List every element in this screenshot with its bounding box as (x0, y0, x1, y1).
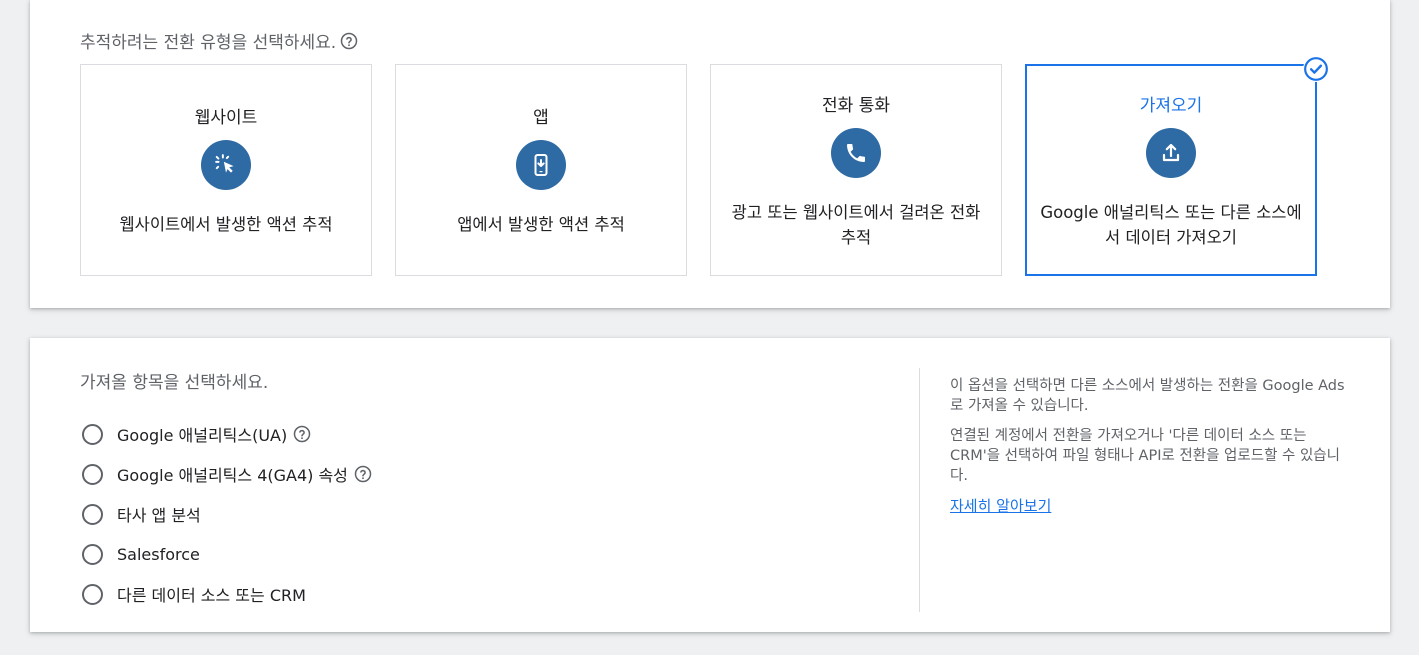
radio-button[interactable] (82, 423, 103, 445)
help-icon[interactable] (340, 32, 358, 50)
upload-icon (1146, 127, 1196, 178)
radio-option-salesforce[interactable]: Salesforce (82, 534, 372, 574)
option-label: Salesforce (117, 544, 200, 564)
info-sidebar: 이 옵션을 선택하면 다른 소스에서 발생하는 전환을 Google Ads로 … (950, 376, 1350, 517)
phone-icon (831, 127, 881, 178)
card-title: 앱 (533, 108, 549, 128)
radio-button[interactable] (82, 583, 103, 605)
card-import[interactable]: 가져오기 Google 애널리틱스 또는 다른 소스에서 데이터 가져오기 (1025, 56, 1329, 276)
radio-option-third-party-app[interactable]: 타사 앱 분석 (82, 494, 372, 534)
import-source-radio-group: Google 애널리틱스(UA) Google 애널리틱스 4(GA4) 속성 … (82, 414, 372, 614)
check-circle-icon (1303, 56, 1329, 82)
info-paragraph: 이 옵션을 선택하면 다른 소스에서 발생하는 전환을 Google Ads로 … (950, 378, 1345, 414)
help-icon[interactable] (293, 425, 311, 443)
card-phone-call[interactable]: 전화 통화 광고 또는 웹사이트에서 걸려온 전화 추적 (710, 64, 1002, 276)
cursor-click-icon (201, 140, 251, 190)
help-icon[interactable] (354, 465, 372, 483)
card-description: Google 애널리틱스 또는 다른 소스에서 데이터 가져오기 (1040, 202, 1302, 247)
card-description: 앱에서 발생한 액션 추적 (457, 215, 625, 234)
card-title: 가져오기 (1139, 95, 1203, 116)
option-label: 타사 앱 분석 (117, 506, 201, 525)
radio-button[interactable] (82, 503, 103, 525)
radio-button[interactable] (82, 543, 103, 565)
card-website[interactable]: 웹사이트 웹사이트에서 발생한 액션 추적 (80, 64, 372, 276)
radio-button[interactable] (82, 463, 103, 485)
card-description: 광고 또는 웹사이트에서 걸려온 전화 추적 (731, 202, 981, 247)
info-paragraph: 연결된 계정에서 전환을 가져오거나 '다른 데이터 소스 또는 CRM'을 선… (950, 428, 1340, 484)
option-label: Google 애널리틱스 4(GA4) 속성 (117, 466, 348, 485)
card-title: 전화 통화 (822, 95, 890, 116)
vertical-divider (919, 368, 920, 612)
import-source-prompt: 가져올 항목을 선택하세요. (80, 373, 269, 393)
conversion-type-panel: 추적하려는 전환 유형을 선택하세요. 웹사이트 웹사이트에서 발생한 액션 추… (30, 0, 1390, 308)
phone-download-icon (516, 140, 566, 190)
option-label: Google 애널리틱스(UA) (117, 426, 288, 445)
learn-more-link[interactable]: 자세히 알아보기 (950, 497, 1051, 515)
card-description: 웹사이트에서 발생한 액션 추적 (119, 215, 333, 234)
conversion-type-prompt: 추적하려는 전환 유형을 선택하세요. (80, 28, 358, 53)
card-app[interactable]: 앱 앱에서 발생한 액션 추적 (395, 64, 687, 276)
option-label: 다른 데이터 소스 또는 CRM (117, 586, 306, 605)
import-source-panel: 가져올 항목을 선택하세요. Google 애널리틱스(UA) Google 애… (30, 338, 1390, 632)
radio-option-ga-ua[interactable]: Google 애널리틱스(UA) (82, 414, 372, 454)
card-title: 웹사이트 (194, 108, 258, 128)
radio-option-other-crm[interactable]: 다른 데이터 소스 또는 CRM (82, 574, 372, 614)
radio-option-ga4[interactable]: Google 애널리틱스 4(GA4) 속성 (82, 454, 372, 494)
